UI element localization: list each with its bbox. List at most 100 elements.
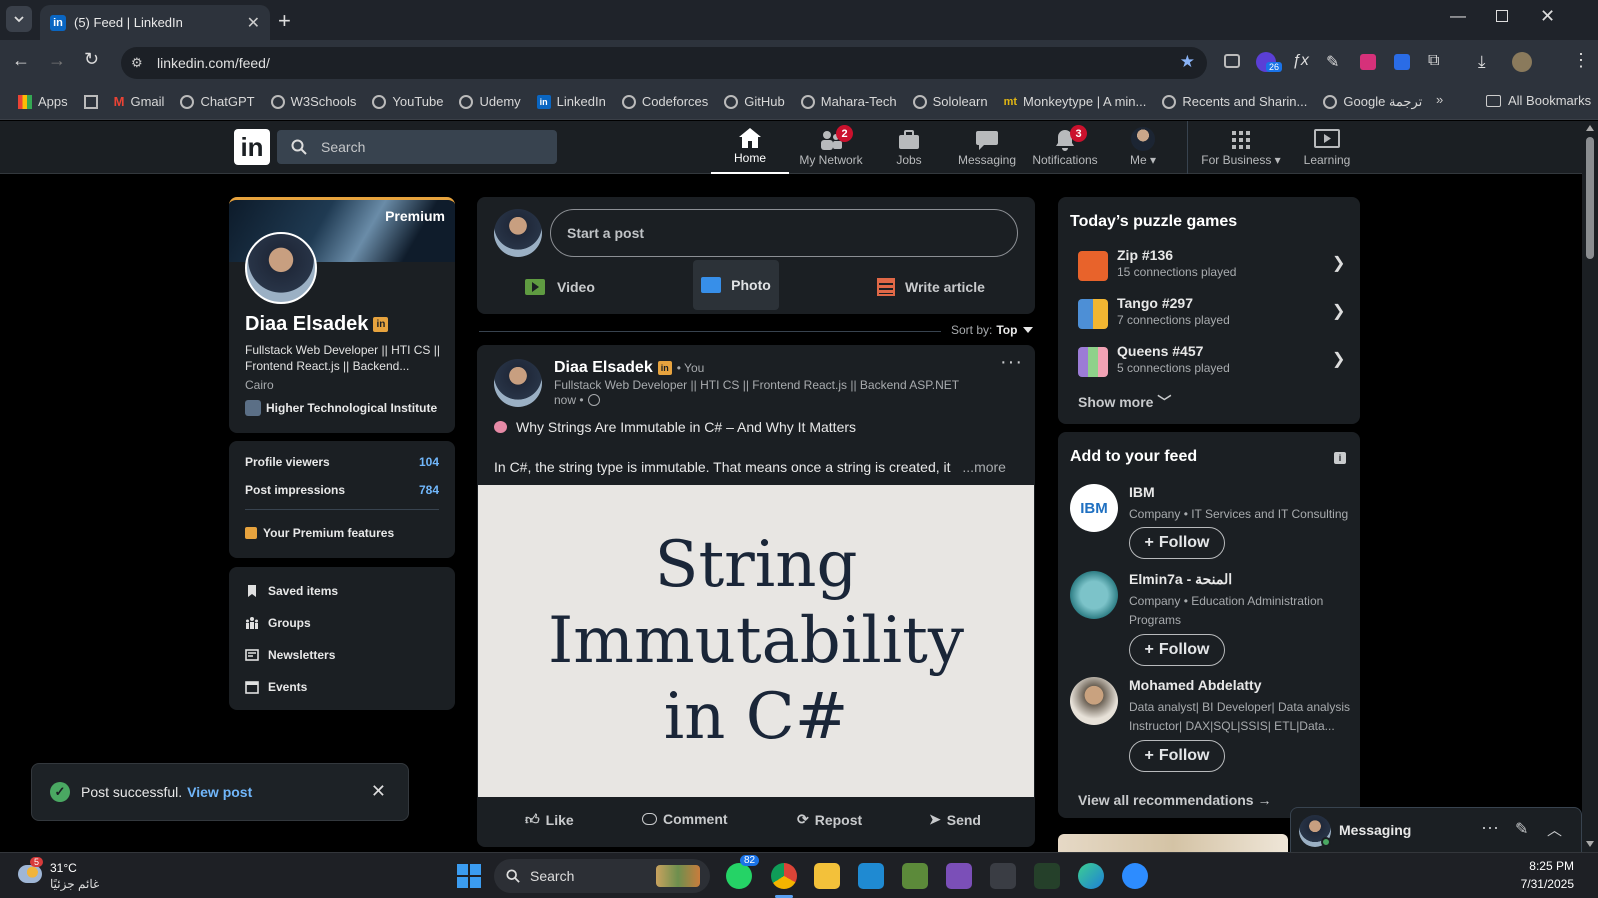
bookmark-w3schools[interactable]: W3Schools [270,94,356,109]
info-icon[interactable]: i [1334,452,1346,464]
events-link[interactable]: Events [245,680,307,694]
post-author-avatar[interactable] [494,359,542,407]
more-bookmarks-icon[interactable]: » [1436,92,1443,107]
more-options-icon[interactable]: ··· [1481,817,1499,838]
profile-school[interactable]: Higher Technological Institute [245,400,437,416]
stat-profile-viewers[interactable]: Profile viewers 104 [245,455,439,469]
chrome-icon[interactable] [771,863,797,889]
follow-button[interactable]: + Follow [1129,527,1225,559]
nav-for-business[interactable]: For Business ▾ [1196,121,1286,174]
browser-tab[interactable]: in (5) Feed | LinkedIn ✕ [40,5,270,40]
page-scrollbar[interactable] [1582,121,1598,852]
start-post-button[interactable]: Start a post [550,209,1018,257]
app-icon[interactable] [902,863,928,889]
bookmark-mahara-tech[interactable]: Mahara-Tech [800,94,897,109]
terminal-icon[interactable] [1034,863,1060,889]
whatsapp-icon[interactable] [726,863,752,889]
rec-name[interactable]: IBM [1129,484,1155,500]
messaging-overlay[interactable]: Messaging ··· ✎ ︿ [1290,807,1582,852]
bookmark-codeforces[interactable]: Codeforces [621,94,708,109]
linkedin-logo[interactable]: in [234,129,270,165]
clock-date[interactable]: 7/31/2025 [1521,877,1574,891]
puzzle-queens[interactable]: Queens #457 5 connections played ❯ [1078,343,1348,383]
ad-image-peek[interactable] [1058,834,1288,852]
send-button[interactable]: ➤ Send [929,811,981,828]
tab-list-button[interactable] [6,6,32,32]
blue-extension-icon[interactable] [1394,54,1410,70]
reload-icon[interactable]: ↻ [84,49,99,70]
close-tab-icon[interactable]: ✕ [247,13,260,33]
puzzles-show-more[interactable]: Show more ﹀ [1078,392,1171,412]
nav-messaging[interactable]: Messaging [948,121,1026,174]
rec-name[interactable]: Elmin7a - المنحة [1129,571,1232,588]
nav-notifications[interactable]: Notifications 3 [1026,121,1104,174]
mohamed-avatar[interactable] [1070,677,1118,725]
see-more-link[interactable]: ...more [962,459,1006,475]
address-bar[interactable]: ⚙ linkedin.com/feed/ ★ [121,47,1207,79]
restore-button[interactable] [1496,10,1508,22]
bookmark-udemy[interactable]: Udemy [459,94,521,109]
nav-my-network[interactable]: My Network 2 [792,121,870,174]
bookmark-github[interactable]: GitHub [724,94,785,109]
scrollbar-thumb[interactable] [1586,137,1594,259]
elmin7a-logo[interactable] [1070,571,1118,619]
bookmark-apps[interactable]: Apps [18,94,68,109]
nav-home[interactable]: Home [711,121,789,174]
close-window-button[interactable]: ✕ [1540,6,1555,27]
like-button[interactable]: 👍︎ Like [525,811,574,828]
nav-jobs[interactable]: Jobs [870,121,948,174]
bookmark-youtube[interactable]: YouTube [372,94,443,109]
newsletters-link[interactable]: Newsletters [245,648,335,662]
camera-icon[interactable] [1224,54,1240,68]
post-author[interactable]: Diaa Elsadek in • You [554,359,704,377]
post-menu-icon[interactable]: ··· [1000,351,1023,374]
rec-name[interactable]: Mohamed Abdelatty [1129,677,1262,693]
fx-icon[interactable]: ƒx [1292,52,1309,70]
grid-extension-icon[interactable] [1360,54,1376,70]
visual-studio-icon[interactable] [946,863,972,889]
zoom-icon[interactable] [1122,863,1148,889]
premium-features-link[interactable]: Your Premium features [245,526,394,540]
comment-button[interactable]: Comment [642,811,728,827]
minimize-button[interactable]: — [1450,8,1466,26]
tab-groups-icon[interactable] [83,94,98,109]
puzzle-tango[interactable]: Tango #297 7 connections played ❯ [1078,295,1348,335]
new-tab-button[interactable]: + [278,8,291,34]
saved-items-link[interactable]: Saved items [245,584,338,598]
profile-avatar[interactable] [1512,52,1532,72]
bookmark-sololearn[interactable]: Sololearn [912,94,988,109]
search-box[interactable]: Search [277,130,557,164]
weather-widget[interactable]: 5 31°C غائم جزئيًا [18,857,118,893]
bookmark-google-translate[interactable]: Google ترجمة [1323,94,1422,110]
photo-button[interactable]: Photo [693,260,779,310]
nav-learning[interactable]: Learning [1288,121,1366,174]
follow-button[interactable]: + Follow [1129,634,1225,666]
close-toast-icon[interactable]: ✕ [371,781,386,802]
view-all-recommendations[interactable]: View all recommendations → [1078,792,1271,808]
feed-sort[interactable]: Sort by: Top [951,323,1034,337]
back-icon[interactable]: ← [12,50,30,71]
bookmark-linkedin[interactable]: in LinkedIn [536,94,606,109]
download-icon[interactable]: ⤓ [1478,52,1486,72]
bookmark-chatgpt[interactable]: ChatGPT [180,94,255,109]
profile-photo[interactable] [245,232,317,304]
taskbar-search[interactable]: Search [494,859,710,893]
scroll-up-arrow[interactable] [1586,125,1594,131]
app-icon[interactable] [990,863,1016,889]
bookmark-recents[interactable]: Recents and Sharin... [1162,94,1307,109]
puzzle-icon[interactable]: ⧉ [1428,52,1439,70]
post-image[interactable]: String Immutability in C# [478,485,1034,797]
scroll-down-arrow[interactable] [1586,841,1594,847]
nav-me[interactable]: Me ▾ [1104,121,1182,174]
file-explorer-icon[interactable] [814,863,840,889]
vscode-icon[interactable] [858,863,884,889]
bookmark-monkeytype[interactable]: mt Monkeytype | A min... [1004,94,1147,109]
expand-chevron-up-icon[interactable]: ︿ [1547,819,1562,840]
groups-link[interactable]: Groups [245,616,311,630]
start-button[interactable] [457,864,481,888]
stat-post-impressions[interactable]: Post impressions 784 [245,483,439,497]
write-article-button[interactable]: Write article [877,265,985,309]
all-bookmarks[interactable]: All Bookmarks [1486,93,1591,108]
edge-icon[interactable] [1078,863,1104,889]
compose-icon[interactable]: ✎ [1515,819,1528,839]
